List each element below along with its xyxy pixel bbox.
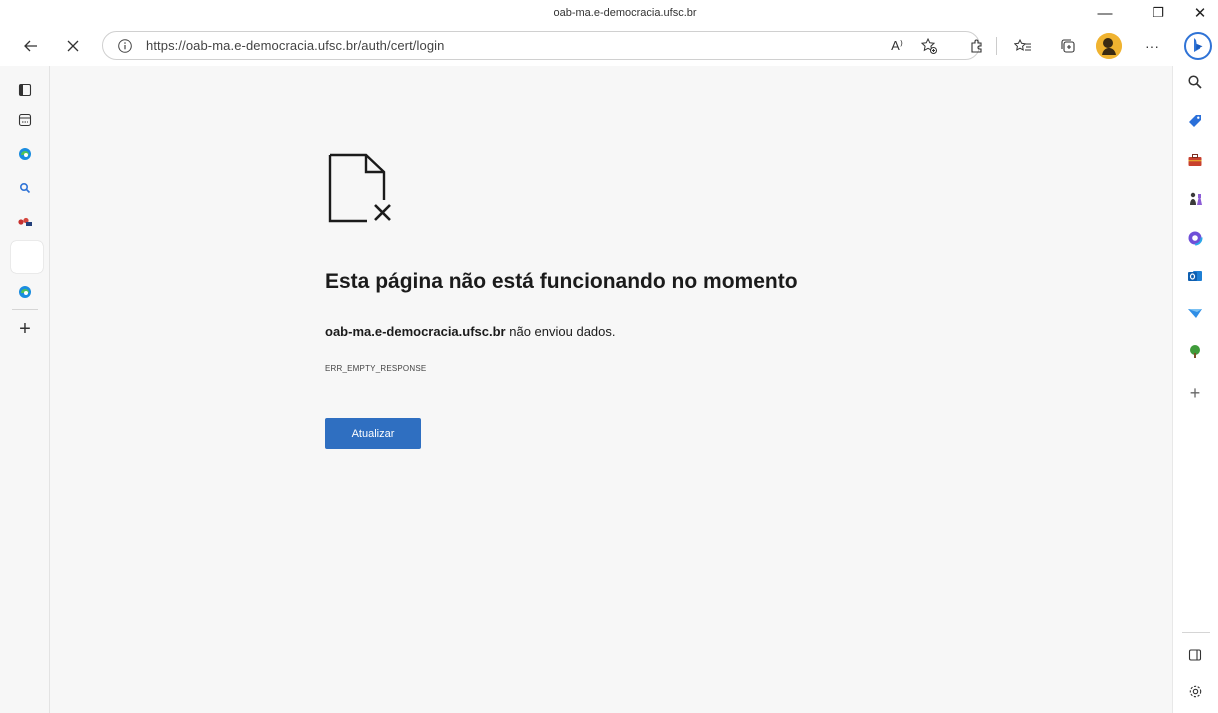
- reload-button[interactable]: Atualizar: [325, 418, 421, 449]
- sidebar-settings-button[interactable]: [1184, 680, 1206, 702]
- sidebar-drop-button[interactable]: [1184, 302, 1206, 324]
- collections-button[interactable]: [1053, 31, 1083, 61]
- sidebar-divider: [1182, 632, 1210, 633]
- new-tab-icon: +: [19, 317, 31, 340]
- tab-app[interactable]: [14, 211, 36, 233]
- more-icon: ···: [1145, 38, 1159, 54]
- games-icon: [1190, 192, 1202, 205]
- new-tab-button[interactable]: +: [14, 318, 36, 340]
- tab-search[interactable]: [14, 177, 36, 199]
- browser-window: oab-ma.e-democracia.ufsc.br — ❐ ✕ https:…: [0, 0, 1218, 713]
- error-description: oab-ma.e-democracia.ufsc.br não enviou d…: [325, 324, 616, 339]
- toolbar-divider: [996, 37, 997, 55]
- extensions-button[interactable]: [962, 31, 992, 61]
- shopping-icon: [1189, 115, 1201, 127]
- error-title: Esta página não está funcionando no mome…: [325, 270, 798, 293]
- page-content: [50, 66, 1172, 713]
- broken-document-icon: [327, 153, 397, 227]
- url-text[interactable]: https://oab-ma.e-democracia.ufsc.br/auth…: [146, 36, 444, 56]
- workspaces-button[interactable]: [14, 109, 36, 131]
- tab-active-blank[interactable]: [11, 241, 43, 273]
- workspaces-icon: [18, 113, 32, 127]
- error-host: oab-ma.e-democracia.ufsc.br: [325, 324, 506, 339]
- favorites-button[interactable]: [1008, 31, 1038, 61]
- app-icon: [18, 217, 32, 226]
- outlook-icon: [1188, 271, 1202, 281]
- sidebar-tree-button[interactable]: [1184, 340, 1206, 362]
- favorites-icon: [1014, 38, 1031, 51]
- tree-icon: [1190, 345, 1200, 358]
- sidebar-search-button[interactable]: [1184, 71, 1206, 93]
- tab-actions-icon: [18, 83, 32, 97]
- sidebar-toggle-icon: [1188, 649, 1202, 661]
- sidebar-games-button[interactable]: [1184, 188, 1206, 210]
- back-button[interactable]: [16, 31, 46, 61]
- read-aloud-button[interactable]: A⁾: [882, 31, 912, 61]
- bing-icon: [1184, 32, 1212, 60]
- add-favorite-icon: [920, 37, 937, 54]
- sidebar-office-button[interactable]: [1184, 227, 1206, 249]
- error-message: não enviou dados.: [505, 324, 616, 339]
- read-aloud-icon: A⁾: [891, 38, 903, 53]
- settings-icon: [1189, 685, 1201, 697]
- restore-button[interactable]: ❐: [1138, 0, 1178, 26]
- sidebar-tools-button[interactable]: [1184, 149, 1206, 171]
- extensions-icon: [971, 39, 982, 53]
- sidebar-shopping-button[interactable]: [1184, 110, 1206, 132]
- tab-edge[interactable]: [14, 143, 36, 165]
- profile-icon: [1096, 33, 1122, 59]
- tab-actions-button[interactable]: [14, 79, 36, 101]
- bing-button[interactable]: [1183, 31, 1213, 61]
- search-icon: [19, 182, 31, 194]
- search-icon: [1188, 75, 1202, 89]
- stop-button[interactable]: [58, 31, 88, 61]
- more-button[interactable]: ···: [1137, 31, 1167, 61]
- window-title: oab-ma.e-democracia.ufsc.br: [553, 7, 697, 19]
- office-icon: [1187, 230, 1203, 246]
- tools-icon: [1188, 154, 1202, 166]
- edge-icon: [19, 286, 31, 298]
- add-icon: +: [1189, 382, 1201, 403]
- drop-icon: [1188, 309, 1202, 318]
- profile-button[interactable]: [1096, 33, 1122, 59]
- collections-icon: [1061, 39, 1075, 53]
- minimize-button[interactable]: —: [1085, 0, 1125, 26]
- tab-edge-2[interactable]: [14, 281, 36, 303]
- sidebar-add-button[interactable]: +: [1184, 382, 1206, 404]
- close-button[interactable]: ✕: [1180, 0, 1218, 26]
- stop-icon: [67, 40, 79, 52]
- info-icon[interactable]: [117, 38, 133, 54]
- edge-icon: [19, 148, 31, 160]
- sidebar-outlook-button[interactable]: [1184, 265, 1206, 287]
- back-icon: [24, 40, 37, 52]
- tabs-divider: [12, 309, 38, 310]
- error-code: ERR_EMPTY_RESPONSE: [325, 364, 427, 373]
- sidebar-toggle-button[interactable]: [1184, 644, 1206, 666]
- add-favorite-button[interactable]: [914, 31, 944, 61]
